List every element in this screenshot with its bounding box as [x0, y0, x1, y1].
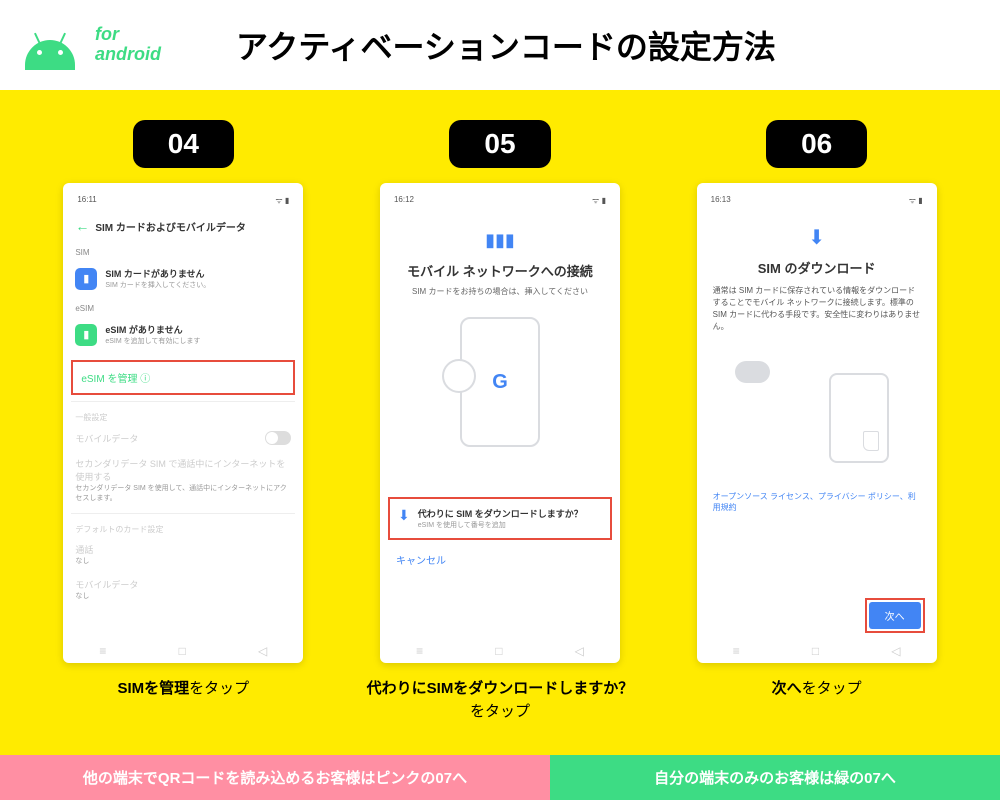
section-label: 一般設定: [71, 406, 295, 425]
cloud-icon: [735, 361, 770, 383]
status-icons-icon: ᯤ ▮: [592, 195, 606, 206]
android-icon: [20, 20, 80, 70]
step-caption: SIMを管理をタップ: [117, 678, 249, 701]
footer-pink: 他の端末でQRコードを読み込めるお客様はピンクの07へ: [0, 755, 550, 800]
phone-illustration-icon: G: [460, 317, 540, 447]
download-icon: ⬇: [398, 507, 410, 524]
network-subtitle: SIM カードをお持ちの場合は、挿入してください: [398, 286, 602, 297]
footer: 他の端末でQRコードを読み込めるお客様はピンクの07へ 自分の端末のみのお客様は…: [0, 755, 1000, 800]
status-icons-icon: ᯤ ▮: [275, 195, 289, 206]
download-description: 通常は SIM カードに保存されている情報をダウンロードすることでモバイル ネッ…: [705, 285, 929, 333]
footer-green: 自分の端末のみのお客様は緑の07へ: [550, 755, 1000, 800]
esim-icon: ▮: [75, 324, 97, 346]
esim-manage-button[interactable]: eSIM を管理 ⓘ: [71, 360, 295, 395]
header: forandroid アクティベーションコードの設定方法: [0, 0, 1000, 90]
step-caption: 代わりにSIMをダウンロードしますか？をタップ: [360, 678, 640, 723]
toggle-icon: [265, 431, 291, 445]
status-icons-icon: ᯤ ▮: [909, 195, 923, 206]
screen-title: ←SIM カードおよびモバイルデータ: [71, 210, 295, 242]
cancel-button[interactable]: キャンセル: [388, 540, 612, 579]
signal-icon: ▮▮▮: [398, 230, 602, 251]
phone-screen-06: 16:13ᯤ ▮ ⬇ SIM のダウンロード 通常は SIM カードに保存されて…: [697, 183, 937, 663]
step-06: 06 16:13ᯤ ▮ ⬇ SIM のダウンロード 通常は SIM カードに保存…: [677, 120, 957, 723]
esim-row[interactable]: ▮ eSIM がありませんeSIM を追加して有効にします: [71, 315, 295, 354]
google-g-icon: G: [492, 371, 508, 394]
step-badge: 05: [449, 120, 550, 168]
statusbar: 16:13ᯤ ▮: [705, 191, 929, 210]
section-label: eSIM: [71, 298, 295, 315]
step-badge: 04: [133, 120, 234, 168]
for-android-label: forandroid: [95, 25, 161, 65]
download-icon: ⬇: [808, 227, 825, 249]
nav-bar: ≡□◁: [63, 644, 303, 658]
sim-illustration-icon: [829, 373, 889, 463]
nav-bar: ≡□◁: [697, 644, 937, 658]
section-label: SIM: [71, 242, 295, 259]
phone-screen-04: 16:11ᯤ ▮ ←SIM カードおよびモバイルデータ SIM ▮ SIM カー…: [63, 183, 303, 663]
back-arrow-icon: ←: [75, 218, 89, 234]
statusbar: 16:11ᯤ ▮: [71, 191, 295, 210]
next-button[interactable]: 次へ: [865, 598, 925, 633]
statusbar: 16:12ᯤ ▮: [388, 191, 612, 210]
nav-bar: ≡□◁: [380, 644, 620, 658]
network-title: モバイル ネットワークへの接続: [398, 261, 602, 280]
sim-row[interactable]: ▮ SIM カードがありませんSIM カードを挿入してください。: [71, 259, 295, 298]
sim-card-icon: ▮: [75, 268, 97, 290]
step-badge: 06: [766, 120, 867, 168]
step-04: 04 16:11ᯤ ▮ ←SIM カードおよびモバイルデータ SIM ▮ SIM…: [43, 120, 323, 723]
download-sim-button[interactable]: ⬇ 代わりに SIM をダウンロードしますか？eSIM を使用して番号を追加: [388, 497, 612, 540]
mobile-data-row: モバイルデータ: [71, 425, 295, 451]
steps-container: 04 16:11ᯤ ▮ ←SIM カードおよびモバイルデータ SIM ▮ SIM…: [0, 90, 1000, 743]
step-05: 05 16:12ᯤ ▮ ▮▮▮ モバイル ネットワークへの接続 SIM カードを…: [360, 120, 640, 723]
secondary-sim-row: セカンダリデータ SIM で通話中にインターネットを使用する セカンダリデータ …: [71, 451, 295, 509]
step-caption: 次へをタップ: [772, 678, 862, 701]
page-title: アクティベーションコードの設定方法: [236, 22, 776, 68]
phone-screen-05: 16:12ᯤ ▮ ▮▮▮ モバイル ネットワークへの接続 SIM カードをお持ち…: [380, 183, 620, 663]
legal-links[interactable]: オープンソース ライセンス、プライバシー ポリシー、利用規約: [705, 483, 929, 521]
download-title: SIM のダウンロード: [705, 258, 929, 277]
